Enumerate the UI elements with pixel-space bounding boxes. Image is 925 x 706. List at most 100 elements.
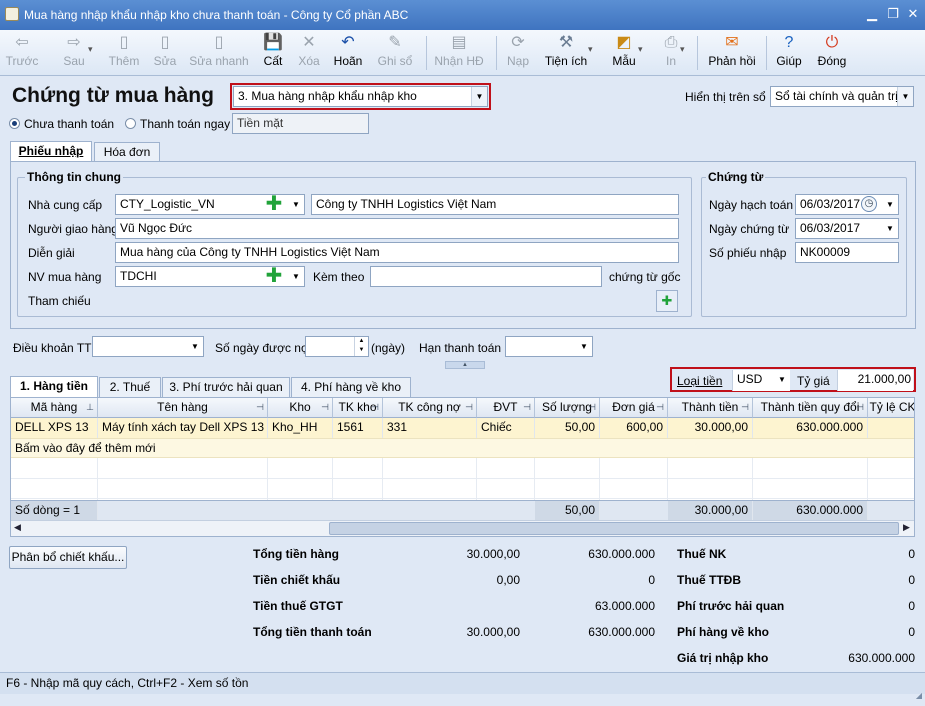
- add-supplier-icon[interactable]: ✚: [265, 194, 283, 214]
- column-header[interactable]: Số lượng ⊣: [535, 398, 600, 418]
- supplier-name-field[interactable]: Công ty TNHH Logistics Việt Nam: [311, 194, 679, 215]
- column-header[interactable]: Mã hàng ⊥: [11, 398, 98, 418]
- chevron-down-icon[interactable]: ▼: [288, 267, 304, 286]
- pin-column-icon[interactable]: ⊣: [588, 398, 596, 417]
- pin-column-icon[interactable]: ⊣: [465, 398, 473, 417]
- ghi-sổ-button[interactable]: ✎ Ghi sổ: [374, 32, 416, 74]
- due-date-field[interactable]: ▼: [505, 336, 593, 357]
- nạp-button[interactable]: ⟳ Nạp: [502, 32, 534, 74]
- detail-tab-1[interactable]: 1. Hàng tiền: [10, 376, 98, 397]
- pin-column-icon[interactable]: ⊣: [741, 398, 749, 417]
- pin-column-icon[interactable]: ⊣: [856, 398, 864, 417]
- sửa-button[interactable]: ▯ Sửa: [150, 32, 180, 74]
- toolbar-button-label: Trước: [5, 54, 39, 68]
- giúp-button[interactable]: ? Giúp: [772, 32, 806, 74]
- add-reference-icon[interactable]: ✚: [656, 290, 678, 312]
- column-header[interactable]: Thành tiền quy đổi ⊣: [753, 398, 868, 418]
- credit-days-field[interactable]: ▲ ▼: [305, 336, 369, 357]
- pin-column-icon[interactable]: ⊣: [523, 398, 531, 417]
- trước-button[interactable]: ⇦ Trước: [4, 32, 40, 74]
- table-cell[interactable]: 331: [383, 418, 477, 438]
- table-cell[interactable]: Chiếc: [477, 418, 535, 438]
- column-header[interactable]: TK kho ⊣: [333, 398, 383, 418]
- pin-column-icon[interactable]: ⊣: [656, 398, 664, 417]
- cất-button[interactable]: 💾 Cất: [258, 32, 288, 74]
- pin-column-icon[interactable]: ⊣: [321, 398, 329, 417]
- table-cell[interactable]: 600,00: [600, 418, 668, 438]
- nhận-hđ-button[interactable]: ▤ Nhận HĐ: [430, 32, 488, 74]
- column-header[interactable]: Tên hàng ⊣: [98, 398, 268, 418]
- voucher-type-select[interactable]: 3. Mua hàng nhập khẩu nhập kho ▼: [233, 86, 488, 107]
- chevron-down-icon[interactable]: ▼: [774, 370, 790, 389]
- posting-date-field[interactable]: 06/03/2017 ▼: [795, 194, 899, 215]
- pin-column-icon[interactable]: ⊣: [371, 398, 379, 417]
- dropdown-arrow-icon[interactable]: ▾: [680, 44, 685, 55]
- clock-icon[interactable]: ◷: [861, 196, 877, 212]
- table-cell[interactable]: 50,00: [535, 418, 600, 438]
- tab-receipt[interactable]: Phiếu nhập: [10, 141, 92, 162]
- table-cell[interactable]: Kho_HH: [268, 418, 333, 438]
- table-cell[interactable]: Máy tính xách tay Dell XPS 13: [98, 418, 268, 438]
- table-cell[interactable]: 630.000.000: [753, 418, 868, 438]
- mẫu-button[interactable]: ◩ Mẫu: [606, 32, 642, 74]
- payment-terms-select[interactable]: ▼: [92, 336, 204, 357]
- detail-tab-4[interactable]: 4. Phí hàng về kho: [291, 377, 411, 397]
- pin-column-icon[interactable]: ⊣: [256, 398, 264, 417]
- spinner-icon[interactable]: ▲ ▼: [354, 337, 368, 356]
- voucher-date-field[interactable]: 06/03/2017 ▼: [795, 218, 899, 239]
- restore-icon[interactable]: ❐: [883, 6, 903, 22]
- column-header[interactable]: Tỷ lệ CK: [868, 398, 914, 418]
- unpaid-radio[interactable]: [9, 118, 20, 129]
- deliverer-field[interactable]: Vũ Ngọc Đức: [115, 218, 679, 239]
- column-header[interactable]: Đơn giá ⊣: [600, 398, 668, 418]
- chevron-down-icon[interactable]: ▼: [882, 219, 898, 238]
- receipt-no-field[interactable]: NK00009: [795, 242, 899, 263]
- chevron-down-icon[interactable]: ▼: [288, 195, 304, 214]
- table-cell[interactable]: [868, 418, 914, 438]
- column-header[interactable]: ĐVT ⊣: [477, 398, 535, 418]
- minimize-icon[interactable]: ▁: [862, 6, 882, 22]
- allocate-discount-button[interactable]: Phân bổ chiết khấu...: [9, 546, 127, 569]
- column-header[interactable]: Thành tiền ⊣: [668, 398, 753, 418]
- tiện-ích-button[interactable]: ⚒ Tiện ích: [540, 32, 592, 74]
- column-header[interactable]: TK công nợ ⊣: [383, 398, 477, 418]
- table-cell[interactable]: 30.000,00: [668, 418, 753, 438]
- close-icon[interactable]: ✕: [903, 6, 923, 22]
- scroll-left-icon[interactable]: ◀: [14, 522, 21, 533]
- currency-select[interactable]: USD ▼: [732, 370, 790, 391]
- dropdown-arrow-icon[interactable]: ▾: [88, 44, 93, 55]
- xóa-button[interactable]: ✕ Xóa: [292, 32, 326, 74]
- pay-now-radio[interactable]: [125, 118, 136, 129]
- thêm-button[interactable]: ▯ Thêm: [104, 32, 144, 74]
- chevron-down-icon[interactable]: ▼: [576, 337, 592, 356]
- sửa-nhanh-button[interactable]: ▯ Sửa nhanh: [188, 32, 250, 74]
- detail-tab-3[interactable]: 3. Phí trước hải quan: [162, 377, 290, 397]
- sau-button[interactable]: ⇨ Sau: [56, 32, 92, 74]
- đóng-button[interactable]: ⏻ Đóng: [812, 32, 852, 74]
- scrollbar-thumb[interactable]: [329, 522, 899, 535]
- chevron-down-icon[interactable]: ▼: [897, 87, 913, 106]
- add-buyer-icon[interactable]: ✚: [265, 266, 283, 286]
- detail-tab-2[interactable]: 2. Thuế: [99, 377, 161, 397]
- collapse-handle-icon[interactable]: ▲: [445, 361, 485, 369]
- exchange-rate-field[interactable]: 21.000,00: [837, 370, 913, 391]
- phản-hồi-button[interactable]: ✉ Phản hồi: [702, 32, 762, 74]
- scroll-right-icon[interactable]: ▶: [903, 522, 910, 533]
- description-field[interactable]: Mua hàng của Công ty TNHH Logistics Việt…: [115, 242, 679, 263]
- status-text: F6 - Nhập mã quy cách, Ctrl+F2 - Xem số …: [6, 676, 249, 690]
- hoãn-button[interactable]: ↶ Hoãn: [330, 32, 366, 74]
- attach-field[interactable]: [370, 266, 602, 287]
- dropdown-arrow-icon[interactable]: ▾: [638, 44, 643, 55]
- chevron-down-icon[interactable]: ▼: [882, 195, 898, 214]
- table-cell[interactable]: 1561: [333, 418, 383, 438]
- add-new-row[interactable]: Bấm vào đây để thêm mới: [11, 438, 914, 458]
- table-cell[interactable]: DELL XPS 13: [11, 418, 98, 438]
- column-header[interactable]: Kho ⊣: [268, 398, 333, 418]
- pin-column-icon[interactable]: ⊥: [86, 398, 94, 417]
- tab-invoice[interactable]: Hóa đơn: [94, 142, 160, 162]
- dropdown-arrow-icon[interactable]: ▾: [588, 44, 593, 55]
- chevron-down-icon[interactable]: ▼: [471, 87, 487, 106]
- display-on-book-select[interactable]: Sổ tài chính và quản trị ▼: [770, 86, 914, 107]
- chevron-down-icon[interactable]: ▼: [187, 337, 203, 356]
- resize-grip-icon[interactable]: ◢: [916, 685, 922, 706]
